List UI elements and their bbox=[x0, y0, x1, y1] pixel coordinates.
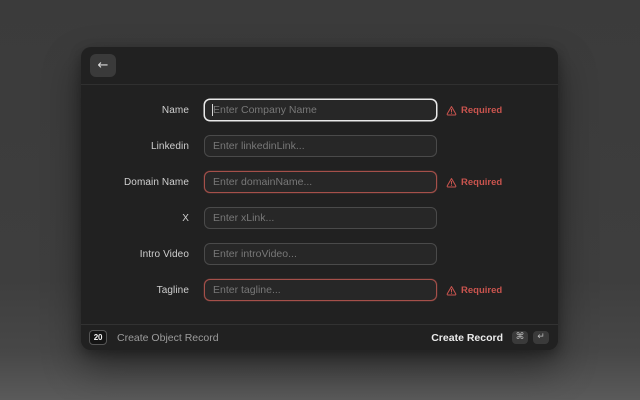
field-label: Domain Name bbox=[81, 177, 189, 188]
form-row-name: Name Required bbox=[81, 99, 558, 121]
tagline-input[interactable] bbox=[204, 279, 437, 301]
footer-left: 20 Create Object Record bbox=[89, 330, 219, 345]
form-row-intro-video: Intro Video bbox=[81, 243, 558, 265]
required-badge: Required bbox=[446, 177, 502, 188]
desktop-background: ← Name Required bbox=[0, 0, 640, 400]
name-input[interactable] bbox=[204, 99, 437, 121]
create-record-window: ← Name Required bbox=[81, 47, 558, 350]
warning-icon bbox=[446, 285, 457, 296]
field-label: Linkedin bbox=[81, 141, 189, 152]
field-label: Intro Video bbox=[81, 249, 189, 260]
form-row-x: X bbox=[81, 207, 558, 229]
x-input-wrap bbox=[204, 207, 437, 229]
field-label: Tagline bbox=[81, 285, 189, 296]
back-button[interactable]: ← bbox=[90, 54, 116, 77]
field-label: X bbox=[81, 213, 189, 224]
command-key-icon: ⌘ bbox=[512, 331, 528, 344]
return-key-icon: ↵ bbox=[533, 331, 549, 344]
window-header: ← bbox=[81, 47, 558, 85]
required-badge: Required bbox=[446, 285, 502, 296]
form-row-linkedin: Linkedin bbox=[81, 135, 558, 157]
footer-right: Create Record ⌘ ↵ bbox=[431, 331, 549, 344]
x-input[interactable] bbox=[204, 207, 437, 229]
create-record-action[interactable]: Create Record bbox=[431, 332, 503, 344]
form-row-tagline: Tagline Required bbox=[81, 279, 558, 301]
required-label: Required bbox=[461, 177, 502, 188]
form-row-domain-name: Domain Name Required bbox=[81, 171, 558, 193]
linkedin-input[interactable] bbox=[204, 135, 437, 157]
warning-icon bbox=[446, 177, 457, 188]
name-input-wrap bbox=[204, 99, 437, 121]
intro-video-input-wrap bbox=[204, 243, 437, 265]
domain-name-input-wrap bbox=[204, 171, 437, 193]
warning-icon bbox=[446, 105, 457, 116]
intro-video-input[interactable] bbox=[204, 243, 437, 265]
required-badge: Required bbox=[446, 105, 502, 116]
required-label: Required bbox=[461, 105, 502, 116]
domain-name-input[interactable] bbox=[204, 171, 437, 193]
window-footer: 20 Create Object Record Create Record ⌘ … bbox=[81, 324, 558, 350]
linkedin-input-wrap bbox=[204, 135, 437, 157]
required-label: Required bbox=[461, 285, 502, 296]
command-title: Create Object Record bbox=[117, 332, 219, 344]
field-label: Name bbox=[81, 105, 189, 116]
tagline-input-wrap bbox=[204, 279, 437, 301]
twenty-app-logo: 20 bbox=[89, 330, 107, 345]
back-arrow-icon: ← bbox=[98, 58, 109, 73]
form: Name Required Linkedin bbox=[81, 85, 558, 324]
text-caret bbox=[212, 104, 213, 116]
